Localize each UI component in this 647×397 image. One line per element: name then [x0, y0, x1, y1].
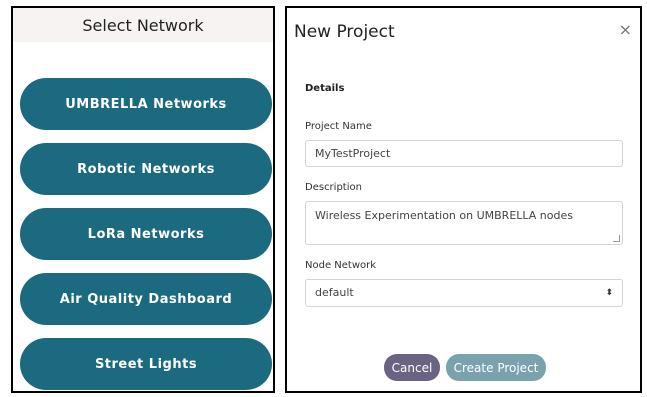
cancel-button[interactable]: Cancel: [384, 354, 440, 381]
node-network-label: Node Network: [305, 260, 377, 271]
description-textarea[interactable]: Wireless Experimentation on UMBRELLA nod…: [305, 201, 623, 245]
lora-networks-button[interactable]: LoRa Networks: [20, 208, 272, 260]
new-project-modal: New Project × Details Project Name MyTes…: [285, 6, 642, 393]
project-name-input[interactable]: MyTestProject: [305, 140, 623, 167]
street-lights-button[interactable]: Street Lights: [20, 338, 272, 390]
network-select-panel: Select Network UMBRELLA Networks Robotic…: [11, 6, 275, 393]
resize-grip-icon[interactable]: [613, 235, 620, 242]
network-list: UMBRELLA Networks Robotic Networks LoRa …: [20, 78, 272, 391]
umbrella-networks-button[interactable]: UMBRELLA Networks: [20, 78, 272, 130]
robotic-networks-button[interactable]: Robotic Networks: [20, 143, 272, 195]
description-text: Wireless Experimentation on UMBRELLA nod…: [315, 209, 573, 222]
node-network-select[interactable]: default ⬍: [305, 279, 623, 307]
close-icon[interactable]: ×: [619, 20, 632, 39]
project-name-label: Project Name: [305, 121, 372, 132]
air-quality-dashboard-button[interactable]: Air Quality Dashboard: [20, 273, 272, 325]
details-heading: Details: [305, 83, 345, 94]
modal-title: New Project: [294, 22, 395, 42]
node-network-value: default: [315, 286, 354, 299]
description-label: Description: [305, 182, 362, 193]
create-project-button[interactable]: Create Project: [446, 354, 546, 381]
panel-header: Select Network: [13, 8, 273, 42]
select-arrows-icon: ⬍: [605, 288, 613, 298]
